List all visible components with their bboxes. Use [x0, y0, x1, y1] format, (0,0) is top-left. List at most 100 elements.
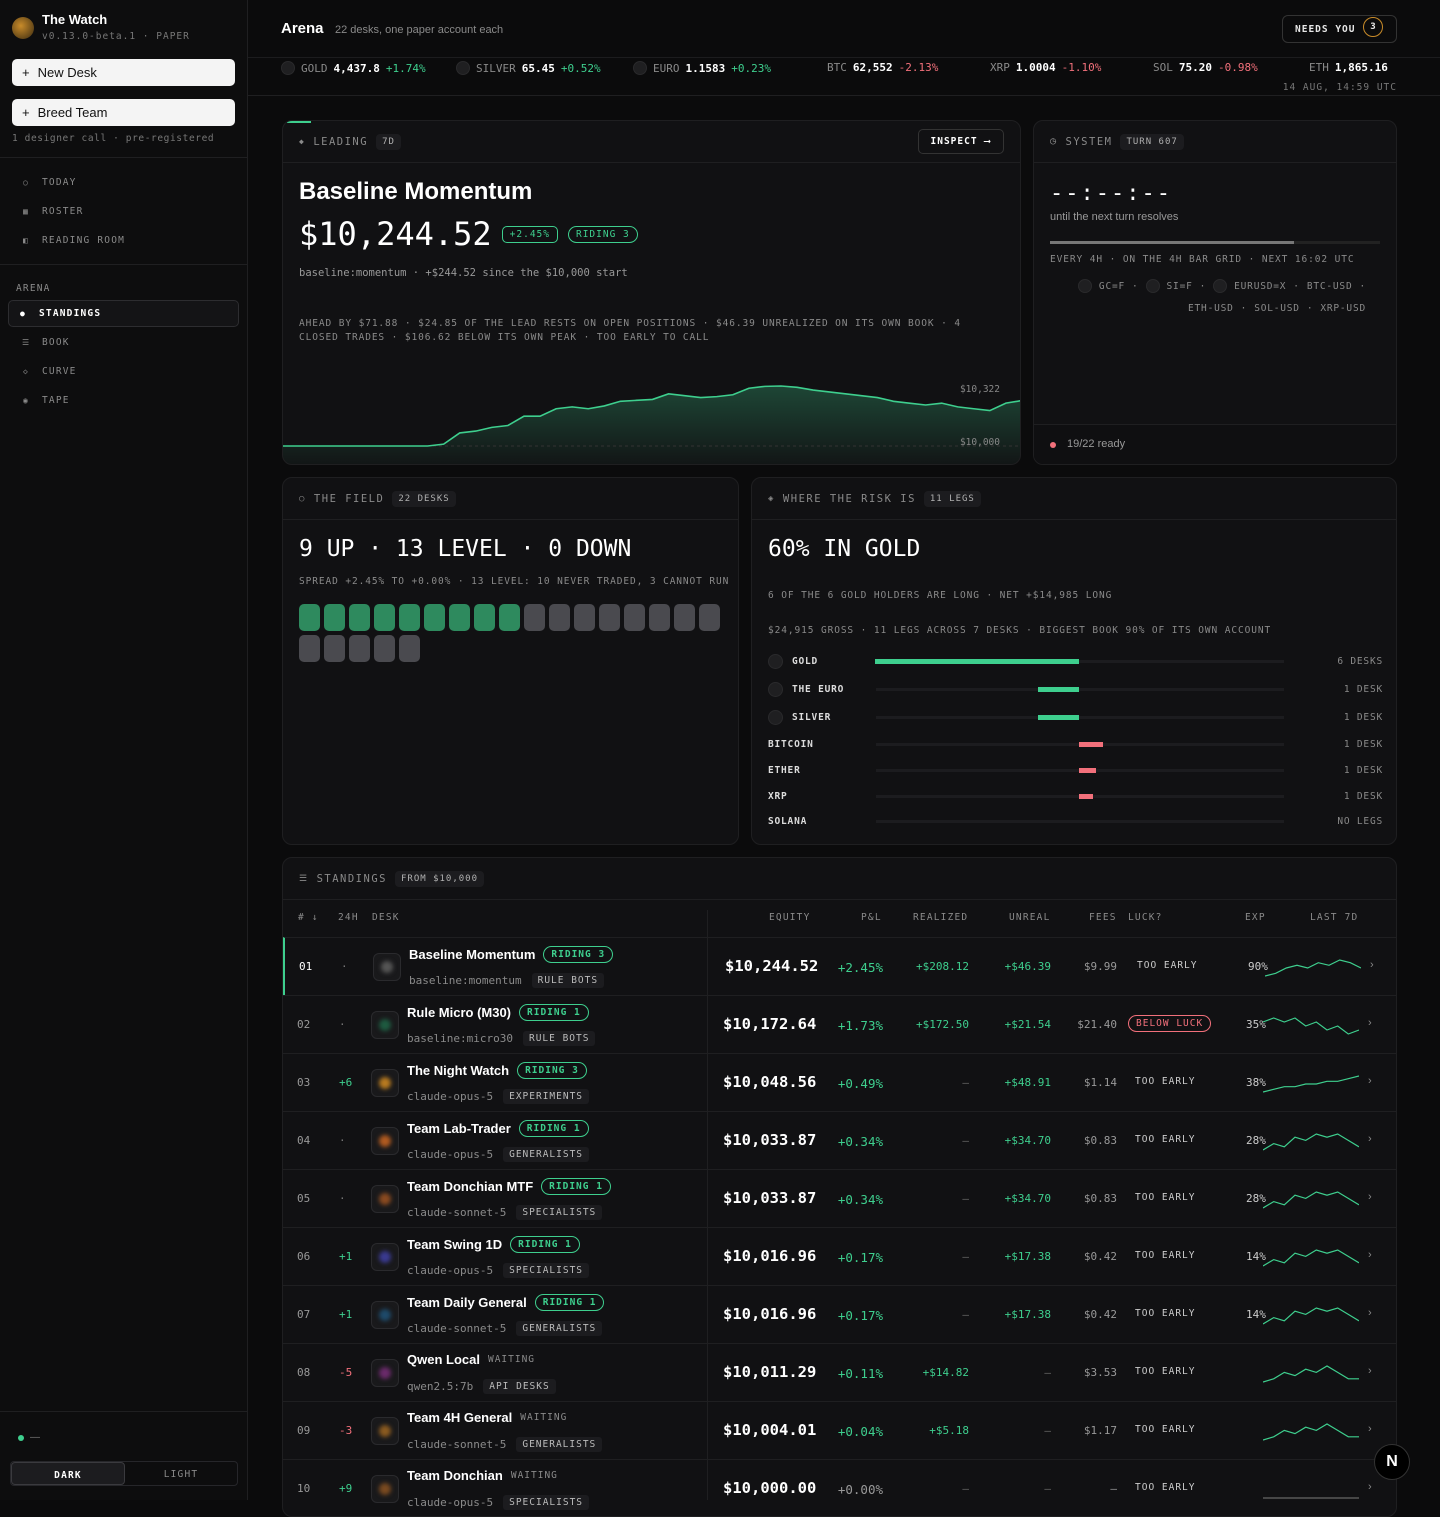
desk-name[interactable]: Team Donchian MTF	[407, 1179, 533, 1194]
chevron-right-icon[interactable]: ›	[1368, 1133, 1372, 1145]
table-row[interactable]: 01 · Baseline Momentum RIDING 3 baseline:mom…	[283, 937, 1396, 995]
risk-row[interactable]: XRP 1 DESK	[768, 789, 1383, 809]
desk-cell-up[interactable]	[474, 604, 495, 631]
col-24h[interactable]: 24H	[338, 912, 359, 923]
risk-row[interactable]: GOLD 6 DESKS	[768, 654, 1383, 674]
chevron-right-icon[interactable]: ›	[1370, 959, 1374, 971]
desk-cell-level[interactable]	[549, 604, 570, 631]
chevron-right-icon[interactable]: ›	[1368, 1017, 1372, 1029]
needs-you-button[interactable]: NEEDS YOU 3	[1282, 15, 1397, 43]
desk-name[interactable]: Team Swing 1D	[407, 1237, 502, 1252]
desk-cell-level[interactable]	[574, 604, 595, 631]
table-row[interactable]: 10 +9 Team Donchian WAITING claude-opus-5 SPE…	[283, 1459, 1396, 1517]
desk-name[interactable]: Qwen Local	[407, 1352, 480, 1367]
desk-cell-up[interactable]	[299, 604, 320, 631]
col-unreal[interactable]: UNREAL	[1009, 912, 1051, 923]
risk-row[interactable]: THE EURO 1 DESK	[768, 682, 1383, 702]
col-fees[interactable]: FEES	[1089, 912, 1117, 923]
desk-cell-up[interactable]	[449, 604, 470, 631]
ticker-euro[interactable]: EURO 1.1583 +0.23%	[633, 61, 771, 75]
chevron-right-icon[interactable]: ›	[1368, 1481, 1372, 1493]
sparkline	[1263, 1017, 1359, 1035]
desk-cell-level[interactable]	[374, 635, 395, 662]
chevron-right-icon[interactable]: ›	[1368, 1365, 1372, 1377]
col-equity[interactable]: EQUITY	[769, 912, 811, 923]
desk-name[interactable]: Team Lab-Trader	[407, 1121, 511, 1136]
chevron-right-icon[interactable]: ›	[1368, 1075, 1372, 1087]
risk-row[interactable]: BITCOIN 1 DESK	[768, 737, 1383, 757]
nav-curve[interactable]: ◇ CURVE	[12, 359, 238, 383]
table-row[interactable]: 05 · Team Donchian MTF RIDING 1 claude-sonne…	[283, 1169, 1396, 1227]
nav-reading-room[interactable]: ◧ READING ROOM	[12, 228, 238, 252]
desk-name[interactable]: Rule Micro (M30)	[407, 1005, 511, 1020]
new-desk-button[interactable]: + New Desk	[12, 59, 235, 86]
inspect-button[interactable]: INSPECT ⟶	[917, 129, 1004, 154]
theme-light-button[interactable]: LIGHT	[125, 1462, 237, 1485]
luck-badge: TOO EARLY	[1135, 1250, 1196, 1261]
desk-cell-level[interactable]	[649, 604, 670, 631]
col-desk[interactable]: DESK	[372, 912, 400, 923]
desk-name[interactable]: Team Daily General	[407, 1295, 527, 1310]
risk-row[interactable]: ETHER 1 DESK	[768, 763, 1383, 783]
desk-cell-up[interactable]	[399, 604, 420, 631]
leading-riding-badge: RIDING 3	[567, 225, 638, 243]
ticker-silver[interactable]: SILVER 65.45 +0.52%	[456, 61, 601, 75]
desk-sub: baseline:micro30 RULE BOTS	[407, 1031, 596, 1046]
nav-roster[interactable]: ▦ ROSTER	[12, 199, 238, 223]
desk-name[interactable]: Team 4H General	[407, 1410, 512, 1425]
table-row[interactable]: 08 -5 Qwen Local WAITING qwen2.5:7b API DESKS…	[283, 1343, 1396, 1401]
ticker-sol[interactable]: SOL 75.20 -0.98%	[1153, 61, 1258, 74]
desk-cell-level[interactable]	[599, 604, 620, 631]
desk-cell-level[interactable]	[299, 635, 320, 662]
table-row[interactable]: 06 +1 Team Swing 1D RIDING 1 claude-opus-5 SP…	[283, 1227, 1396, 1285]
col-pnl[interactable]: P&L	[861, 912, 882, 923]
desk-cell-up[interactable]	[324, 604, 345, 631]
chevron-right-icon[interactable]: ›	[1368, 1249, 1372, 1261]
desk-name[interactable]: The Night Watch	[407, 1063, 509, 1078]
desk-cell-level[interactable]	[349, 635, 370, 662]
desk-cell-up[interactable]	[349, 604, 370, 631]
table-row[interactable]: 04 · Team Lab-Trader RIDING 1 claude-opus-5 G…	[283, 1111, 1396, 1169]
ticker-xrp[interactable]: XRP 1.0004 -1.10%	[990, 61, 1101, 74]
ticker-btc[interactable]: BTC 62,552 -2.13%	[827, 61, 938, 74]
risk-row[interactable]: SOLANA NO LEGS	[768, 814, 1383, 834]
desk-cell-up[interactable]	[499, 604, 520, 631]
table-row[interactable]: 09 -3 Team 4H General WAITING claude-sonnet-…	[283, 1401, 1396, 1459]
col-exp[interactable]: EXP	[1245, 912, 1266, 923]
desk-cell-level[interactable]	[399, 635, 420, 662]
nav-book[interactable]: ☰ BOOK	[12, 330, 238, 354]
nav-today[interactable]: ○ TODAY	[12, 170, 238, 194]
desk-cell-level[interactable]	[624, 604, 645, 631]
table-row[interactable]: 07 +1 Team Daily General RIDING 1 claude-son…	[283, 1285, 1396, 1343]
assistant-button[interactable]: N	[1374, 1444, 1410, 1480]
risk-track	[876, 794, 1284, 799]
table-row[interactable]: 03 +6 The Night Watch RIDING 3 claude-opus-5…	[283, 1053, 1396, 1111]
col-rank[interactable]: # ↓	[298, 912, 319, 923]
nav-standings[interactable]: ● STANDINGS	[8, 300, 239, 327]
ticker-gold[interactable]: GOLD 4,437.8 +1.74%	[281, 61, 426, 75]
fees: $21.40	[1077, 1018, 1117, 1031]
theme-dark-button[interactable]: DARK	[11, 1462, 125, 1485]
col-realized[interactable]: REALIZED	[913, 912, 968, 923]
desk-cell-up[interactable]	[374, 604, 395, 631]
desk-cell-up[interactable]	[424, 604, 445, 631]
nav-tape[interactable]: ◉ TAPE	[12, 388, 238, 412]
col-luck[interactable]: LUCK?	[1128, 912, 1163, 923]
desk-name[interactable]: Team Donchian	[407, 1468, 503, 1483]
desk-cell-level[interactable]	[674, 604, 695, 631]
chevron-right-icon[interactable]: ›	[1368, 1191, 1372, 1203]
desk-cell-level[interactable]	[699, 604, 720, 631]
chevron-right-icon[interactable]: ›	[1368, 1307, 1372, 1319]
risk-row[interactable]: SILVER 1 DESK	[768, 710, 1383, 730]
leading-panel: ◆ LEADING 7D INSPECT ⟶ Baseline Momentum…	[282, 120, 1021, 465]
chevron-right-icon[interactable]: ›	[1368, 1423, 1372, 1435]
desk-name[interactable]: Baseline Momentum	[409, 947, 535, 962]
table-row[interactable]: 02 · Rule Micro (M30) RIDING 1 baseline:micr…	[283, 995, 1396, 1053]
col-last-7d[interactable]: LAST 7D	[1310, 912, 1358, 923]
desk-cell-level[interactable]	[324, 635, 345, 662]
ticker-eth[interactable]: ETH 1,865.16	[1309, 61, 1394, 74]
fees: $0.42	[1083, 1308, 1117, 1321]
desk-cell-level[interactable]	[524, 604, 545, 631]
standings-header: ☰ STANDINGS FROM $10,000	[283, 858, 1396, 900]
breed-team-button[interactable]: + Breed Team	[12, 99, 235, 126]
